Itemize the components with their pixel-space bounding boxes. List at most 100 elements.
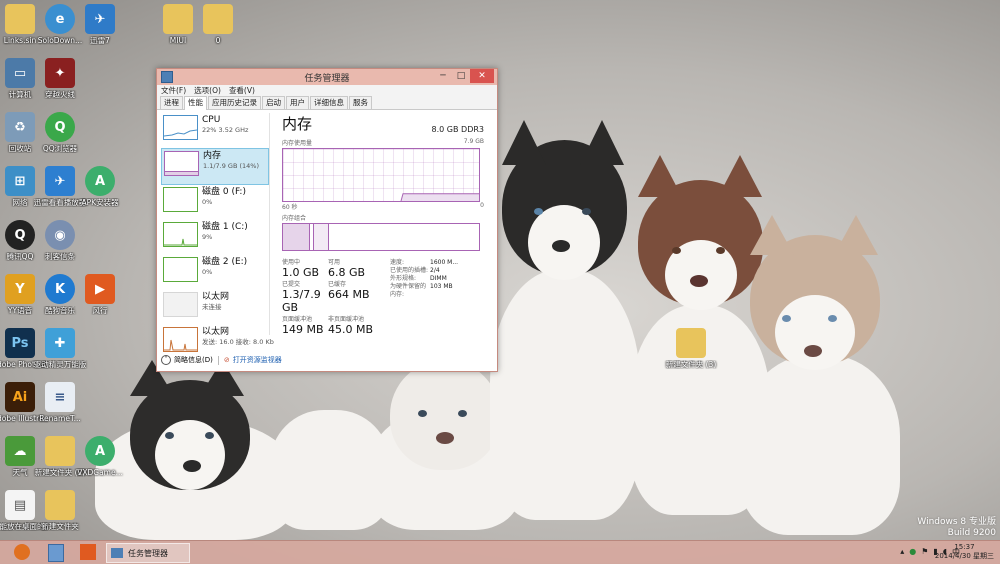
- clock-date: 2014/4/30 星期三: [934, 552, 994, 560]
- yy-icon: Y: [5, 274, 35, 304]
- tab-app-history[interactable]: 应用历史记录: [208, 96, 261, 109]
- resource-name: 内存: [203, 151, 222, 161]
- desktop-icon-renamet[interactable]: ≡ RenameT...: [32, 382, 88, 423]
- memory-composition-bar: [282, 223, 480, 251]
- resource-cpu[interactable]: CPU 22% 3.52 GHz: [161, 113, 269, 148]
- network-icon: ⊞: [5, 166, 35, 196]
- driver-icon: ✚: [45, 328, 75, 358]
- title-bar[interactable]: 任务管理器 ─ □ ✕: [157, 69, 497, 85]
- footer-separator: [217, 355, 219, 365]
- menu-view[interactable]: 查看(V): [229, 85, 255, 96]
- taskbar-app-label: 任务管理器: [128, 548, 168, 558]
- desktop-icon-vxdgame[interactable]: A VXDGame...: [72, 436, 128, 477]
- fewer-details-link[interactable]: 简略信息(D): [174, 355, 213, 365]
- stat-cached: 已缓存 664 MB: [328, 281, 370, 301]
- task-manager-window[interactable]: 任务管理器 ─ □ ✕ 文件(F) 选项(O) 查看(V) 进程 性能 应用历史…: [156, 68, 498, 372]
- tab-startup[interactable]: 启动: [262, 96, 285, 109]
- taskbar-pinned-fengxing[interactable]: [76, 543, 100, 561]
- player-icon: ✈: [45, 166, 75, 196]
- desktop-icon-newfolder3[interactable]: 新建文件夹 (3): [663, 328, 719, 369]
- minimize-button[interactable]: ─: [434, 69, 452, 83]
- memory-detail-panel: 内存 8.0 GB DDR3 内存使用量 7.9 GB 60 秒 0 内存组合: [282, 113, 484, 338]
- resource-disk-2[interactable]: 磁盘 2 (E:) 0%: [161, 255, 269, 290]
- resource-sub: 1.1/7.9 GB (14%): [203, 162, 260, 170]
- stat-committed: 已提交 1.3/7.9 GB: [282, 281, 321, 314]
- memory-mini-graph: [164, 151, 199, 176]
- maximize-button[interactable]: □: [452, 69, 470, 83]
- stat-paged-pool: 页面缓冲池 149 MB: [282, 316, 324, 336]
- tab-processes[interactable]: 进程: [160, 96, 183, 109]
- composition-caption: 内存组合: [282, 215, 307, 222]
- photoshop-icon: Ps: [5, 328, 35, 358]
- security-icon[interactable]: ●: [909, 547, 916, 558]
- tab-strip: 进程 性能 应用历史记录 启动 用户 详细信息 服务: [157, 96, 497, 110]
- document-icon: ≡: [45, 382, 75, 412]
- tab-details[interactable]: 详细信息: [310, 96, 348, 109]
- stat-in-use: 使用中 1.0 GB: [282, 259, 320, 279]
- resource-monitor-icon: ⊘: [223, 356, 230, 364]
- clock-time: 15:37: [954, 543, 975, 551]
- composition-standby: [314, 224, 329, 250]
- tab-services[interactable]: 服务: [349, 96, 372, 109]
- memory-usage-graph: [282, 148, 480, 202]
- browser-icon: e: [45, 4, 75, 34]
- taskbar-pinned-browser[interactable]: [10, 543, 34, 561]
- taskbar: 任务管理器 ▴ ● ⚑ ▮ ◖ 中 15:37 2014/4/30 星期三: [0, 540, 1000, 564]
- close-button[interactable]: ✕: [470, 69, 494, 83]
- memory-title: 内存: [282, 115, 313, 133]
- resource-disk-1[interactable]: 磁盘 1 (C:) 9%: [161, 220, 269, 255]
- detail-form-factor: 外形规格: DIMM: [390, 275, 447, 282]
- usage-caption: 内存使用量: [282, 140, 313, 147]
- chevron-up-icon[interactable]: ˄: [161, 355, 171, 365]
- taskbar-pinned-explorer[interactable]: [44, 543, 68, 562]
- apk-icon: A: [85, 436, 115, 466]
- browser-icon: [14, 544, 30, 560]
- desktop-icon-newfolder[interactable]: 新建文件夹: [32, 490, 88, 531]
- desktop-icon-driver[interactable]: ✚ 驱动精灵万能版: [32, 328, 88, 369]
- resource-disk-0[interactable]: 磁盘 0 (F:) 0%: [161, 185, 269, 220]
- menu-file[interactable]: 文件(F): [161, 85, 186, 96]
- desktop-icon-fengxing[interactable]: ▶ 风行: [72, 274, 128, 315]
- detail-hardware-reserved: 为硬件保留的内存: 103 MB: [390, 283, 453, 298]
- tab-users[interactable]: 用户: [286, 96, 309, 109]
- taskbar-clock[interactable]: 15:37 2014/4/30 星期三: [935, 543, 994, 561]
- disc-icon: ◉: [45, 220, 75, 250]
- document-icon: ▤: [5, 490, 35, 520]
- tab-performance[interactable]: 性能: [184, 96, 207, 110]
- open-resource-monitor-link[interactable]: 打开资源监视器: [233, 355, 282, 365]
- weather-icon: ☁: [5, 436, 35, 466]
- taskbar-task-manager[interactable]: 任务管理器: [106, 543, 190, 563]
- memory-hardware-details: 速度: 1600 M... 已使用的插槽: 2/4 外形规格: DIMM 为硬件…: [390, 259, 458, 338]
- chevron-up-icon[interactable]: ▴: [900, 547, 904, 558]
- folder-icon: [203, 4, 233, 34]
- ethernet2-mini-graph: [163, 327, 198, 352]
- fengxing-icon: ▶: [85, 274, 115, 304]
- desktop-icon-0[interactable]: 0: [190, 4, 246, 45]
- menu-options[interactable]: 选项(O): [194, 85, 221, 96]
- disk0-mini-graph: [163, 187, 198, 212]
- qq-icon: Q: [5, 220, 35, 250]
- flag-icon[interactable]: ⚑: [921, 547, 928, 558]
- qq-browser-icon: Q: [45, 112, 75, 142]
- desktop-icon-disc[interactable]: ◉ 刺客信条: [32, 220, 88, 261]
- resource-ethernet-1[interactable]: 以太网 未连接: [161, 290, 269, 325]
- time-axis-left: 60 秒: [282, 204, 298, 211]
- fengxing-icon: [80, 544, 96, 560]
- computer-icon: ▭: [5, 58, 35, 88]
- memory-mini-fill: [165, 171, 198, 175]
- resource-name: 以太网: [202, 327, 230, 337]
- folder-icon: [676, 328, 706, 358]
- ethernet2-sparkline: [164, 339, 197, 351]
- desktop-icon-cf[interactable]: ✦ 穿越火线: [32, 58, 88, 99]
- desktop-icon-thunder[interactable]: ✈ 迅雷7: [72, 4, 128, 45]
- memory-usage-area: [401, 193, 479, 201]
- desktop-icon-apk[interactable]: A APK安装器: [72, 166, 128, 207]
- resource-memory[interactable]: 内存 1.1/7.9 GB (14%): [161, 148, 269, 185]
- desktop-icon-qqbrowser[interactable]: Q QQ浏览器: [32, 112, 88, 153]
- ethernet1-mini-graph: [163, 292, 198, 317]
- cpu-sparkline: [163, 129, 198, 137]
- resource-list: CPU 22% 3.52 GHz 内存 1.1/7.9 GB (14%) 磁盘 …: [161, 113, 274, 352]
- folder-icon: [45, 436, 75, 466]
- folder-icon: [5, 4, 35, 34]
- disk1-mini-graph: [163, 222, 198, 247]
